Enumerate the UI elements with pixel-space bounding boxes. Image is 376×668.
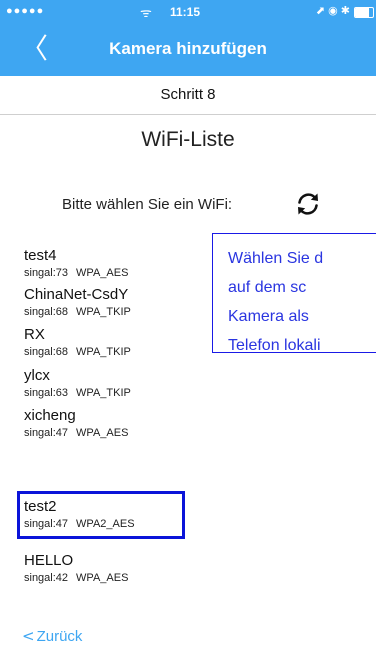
battery-icon (354, 7, 374, 18)
wifi-signal: singal:63 (24, 387, 69, 399)
wifi-ssid: ylcx (24, 367, 50, 384)
callout-line: auf dem sc (228, 279, 307, 296)
wifi-list-heading: WiFi-Liste (141, 128, 235, 151)
wifi-item[interactable]: HELLO singal:42 WPA_AES (24, 552, 214, 585)
status-bar: ●●●●● ᯤ 11:15 ⬈ ◉ ✱ (0, 0, 376, 24)
wifi-security: WPA_AES (76, 427, 129, 439)
chevron-left-icon: < (22, 627, 35, 645)
wifi-ssid: RX (24, 326, 45, 343)
callout-line: Wählen Sie d (228, 250, 324, 267)
wifi-item[interactable]: xicheng singal:47 WPA_AES (24, 407, 214, 440)
wifi-signal: singal:42 (24, 572, 69, 584)
wifi-signal: singal:68 (24, 346, 69, 358)
wifi-ssid: HELLO (24, 552, 74, 569)
wifi-security: WPA_AES (76, 572, 129, 584)
wifi-signal: singal:47 (24, 427, 69, 439)
status-icons: ⬈ ◉ ✱ (315, 5, 350, 17)
wifi-status-icon: ᯤ (140, 5, 152, 20)
page-title: Kamera hinzufügen (109, 39, 267, 58)
instruction-callout: Wählen Sie d auf dem sc Kamera als Telef… (212, 233, 376, 353)
navigation-bar: 〈 Kamera hinzufügen (0, 24, 376, 76)
wifi-signal: singal:73 (24, 267, 69, 279)
wifi-security: WPA_TKIP (76, 387, 131, 399)
back-link[interactable]: < Zurück (22, 627, 82, 645)
wifi-select-prompt: Bitte wählen Sie ein WiFi: (62, 196, 233, 213)
wifi-item[interactable]: RX singal:68 WPA_TKIP (24, 326, 214, 359)
wifi-ssid: xicheng (24, 407, 76, 424)
callout-line: Telefon lokali (228, 337, 321, 353)
wifi-security: WPA_TKIP (76, 346, 131, 358)
status-time: 11:15 (170, 5, 201, 19)
wifi-item[interactable]: test4 singal:73 WPA_AES (24, 247, 214, 280)
wifi-item[interactable]: ChinaNet-CsdY singal:68 WPA_TKIP (24, 286, 214, 319)
wifi-ssid: ChinaNet-CsdY (24, 286, 129, 303)
wifi-ssid: test4 (24, 247, 57, 264)
wifi-signal: singal:68 (24, 306, 69, 318)
wifi-item[interactable]: ylcx singal:63 WPA_TKIP (24, 367, 214, 400)
signal-strength-icon: ●●●●● (6, 5, 45, 17)
wifi-security: WPA_TKIP (76, 306, 131, 318)
refresh-icon[interactable] (294, 190, 322, 218)
selection-highlight (17, 491, 185, 539)
back-link-label: Zurück (36, 628, 83, 645)
callout-line: Kamera als (228, 308, 309, 325)
wifi-security: WPA_AES (76, 267, 129, 279)
step-indicator: Schritt 8 (0, 76, 376, 115)
battery-level-fill (355, 8, 370, 17)
